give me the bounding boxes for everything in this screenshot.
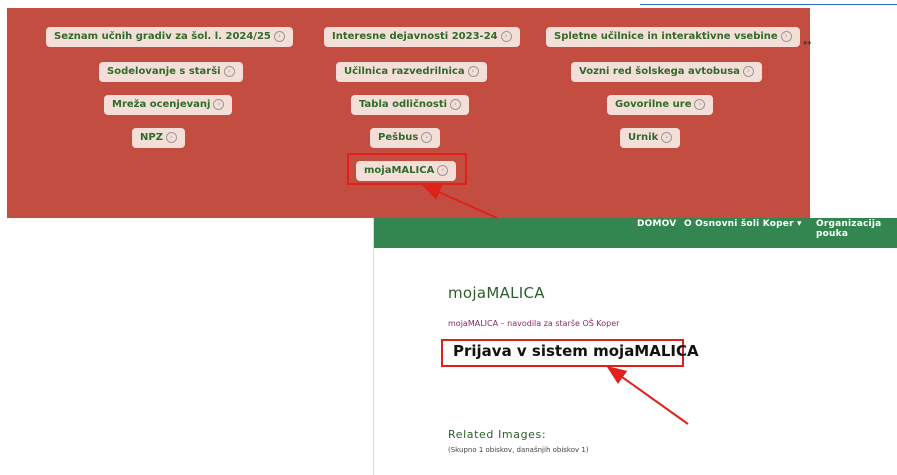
top-nav-bar: DOMOV O Osnovni šoli Koper ▾ Organizacij… [374,218,897,248]
link-label: Pešbus [378,132,419,143]
link-interesne-dejavnosti[interactable]: Interesne dejavnosti 2023-24 › [324,27,520,47]
link-label: Spletne učilnice in interaktivne vsebine [554,31,778,42]
nav-item-organizacija[interactable]: Organizacija pouka [816,219,897,239]
link-govorilne-ure[interactable]: Govorilne ure › [607,95,714,115]
quick-links-banner: Seznam učnih gradiv za šol. l. 2024/25 › … [7,8,810,218]
link-label: Interesne dejavnosti 2023-24 [332,31,498,42]
nav-item-domov[interactable]: DOMOV [637,219,676,229]
chevron-right-circle-icon: › [742,65,754,77]
link-spletne-ucilnice[interactable]: Spletne učilnice in interaktivne vsebine… [546,27,800,47]
chevron-right-circle-icon: › [165,131,177,143]
link-label: Seznam učnih gradiv za šol. l. 2024/25 [54,31,271,42]
link-urnik[interactable]: Urnik › [620,128,681,148]
link-label: Sodelovanje s starši [107,66,221,77]
chevron-right-circle-icon: › [500,30,512,42]
chevron-right-circle-icon: › [223,65,235,77]
breadcrumb-link[interactable]: mojaMALICA – navodila za starše OŠ Koper [448,319,619,328]
related-images-title: Related Images: [448,428,547,441]
resize-cursor-icon: ↔ [803,38,812,49]
chevron-right-circle-icon: › [450,98,462,110]
chevron-right-circle-icon: › [273,30,285,42]
mojamalica-highlight-box [347,153,467,185]
link-mreza-ocenjevanj[interactable]: Mreža ocenjevanj › [104,95,233,115]
link-npz[interactable]: NPZ › [132,128,185,148]
nav-item-o-soli[interactable]: O Osnovni šoli Koper ▾ [684,219,802,229]
link-sodelovanje-s-starsi[interactable]: Sodelovanje s starši › [99,62,243,82]
article-heading: Prijava v sistem mojaMALICA [453,342,699,360]
link-label: Govorilne ure [615,99,692,110]
link-label: Vozni red šolskega avtobusa [579,66,740,77]
chevron-right-circle-icon: › [467,65,479,77]
link-label: NPZ [140,132,163,143]
top-link-underline[interactable] [640,4,897,5]
link-label: Mreža ocenjevanj [112,99,211,110]
chevron-right-circle-icon: › [694,98,706,110]
link-ucilnica-razvedrilnica[interactable]: Učilnica razvedrilnica › [336,62,487,82]
chevron-right-circle-icon: › [421,131,433,143]
page-title: mojaMALICA [448,284,545,302]
link-label: Tabla odličnosti [359,99,448,110]
visit-counter: (Skupno 1 obiskov, današnjih obiskov 1) [448,446,589,454]
link-vozni-red[interactable]: Vozni red šolskega avtobusa › [571,62,762,82]
page-screenshot: DOMOV O Osnovni šoli Koper ▾ Organizacij… [373,218,897,475]
link-tabla-odlicnosti[interactable]: Tabla odličnosti › [351,95,470,115]
link-label: Učilnica razvedrilnica [344,66,465,77]
chevron-right-circle-icon: › [661,131,673,143]
link-seznam-ucnih-gradiv[interactable]: Seznam učnih gradiv za šol. l. 2024/25 › [46,27,293,47]
chevron-right-circle-icon: › [780,30,792,42]
chevron-right-circle-icon: › [213,98,225,110]
link-pesbus[interactable]: Pešbus › [370,128,441,148]
link-label: Urnik [628,132,659,143]
